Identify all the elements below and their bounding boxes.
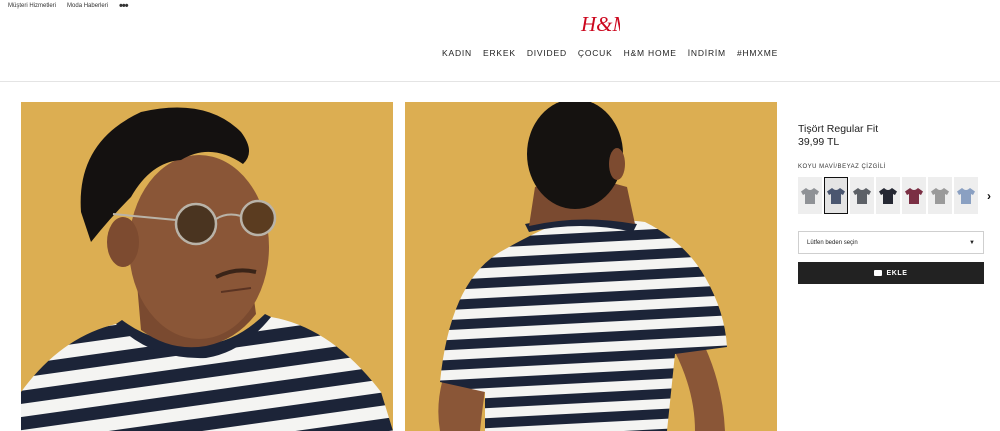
size-select[interactable]: Lütfen beden seçin ▼ xyxy=(798,231,984,254)
nav-item-cocuk[interactable]: ÇOCUK xyxy=(578,48,613,58)
nav-item-divided[interactable]: DIVIDED xyxy=(527,48,567,58)
more-menu-icon[interactable]: ••• xyxy=(119,1,129,12)
swatch-black[interactable] xyxy=(876,177,900,214)
nav-item-erkek[interactable]: ERKEK xyxy=(483,48,516,58)
swatch-gray[interactable] xyxy=(798,177,822,214)
size-select-placeholder: Lütfen beden seçin xyxy=(807,239,858,246)
color-swatches xyxy=(798,177,978,214)
nav-item-hmxme[interactable]: #HMXME xyxy=(737,48,778,58)
add-to-bag-button[interactable]: EKLE xyxy=(798,262,984,284)
tshirt-icon xyxy=(931,187,949,204)
swatch-light-gray[interactable] xyxy=(928,177,952,214)
product-image-back[interactable] xyxy=(405,102,777,431)
caret-down-icon: ▼ xyxy=(969,239,975,246)
fashion-news-link[interactable]: Moda Haberleri xyxy=(67,3,108,9)
product-name: Tişört Regular Fit xyxy=(798,123,879,135)
swatch-navy-white-stripe[interactable] xyxy=(824,177,848,214)
customer-service-link[interactable]: Müşteri Hizmetleri xyxy=(8,3,56,9)
nav-item-hm-home[interactable]: H&M HOME xyxy=(624,48,677,58)
utility-links: Müşteri Hizmetleri Moda Haberleri ••• xyxy=(8,1,129,12)
tshirt-icon xyxy=(853,187,871,204)
selected-color-name: KOYU MAVİ/BEYAZ ÇİZGİLİ xyxy=(798,164,886,170)
tshirt-icon xyxy=(827,187,845,204)
tshirt-icon xyxy=(879,187,897,204)
swatch-light-blue[interactable] xyxy=(954,177,978,214)
tshirt-icon xyxy=(905,187,923,204)
site-header: Müşteri Hizmetleri Moda Haberleri ••• H&… xyxy=(0,0,1000,82)
shopping-bag-icon xyxy=(874,270,883,276)
main-nav: KADIN ERKEK DIVIDED ÇOCUK H&M HOME İNDİR… xyxy=(442,48,778,58)
chevron-right-icon[interactable]: › xyxy=(987,189,991,203)
nav-item-indirim[interactable]: İNDİRİM xyxy=(688,48,726,58)
swatch-dark-gray[interactable] xyxy=(850,177,874,214)
tshirt-icon xyxy=(957,187,975,204)
nav-item-kadin[interactable]: KADIN xyxy=(442,48,472,58)
logo-text: H&M xyxy=(580,12,620,36)
swatch-burgundy[interactable] xyxy=(902,177,926,214)
product-image-front[interactable] xyxy=(21,102,393,431)
add-to-bag-label: EKLE xyxy=(886,269,908,277)
hm-logo[interactable]: H&M xyxy=(580,10,620,36)
product-price: 39,99 TL xyxy=(798,136,840,148)
tshirt-icon xyxy=(801,187,819,204)
